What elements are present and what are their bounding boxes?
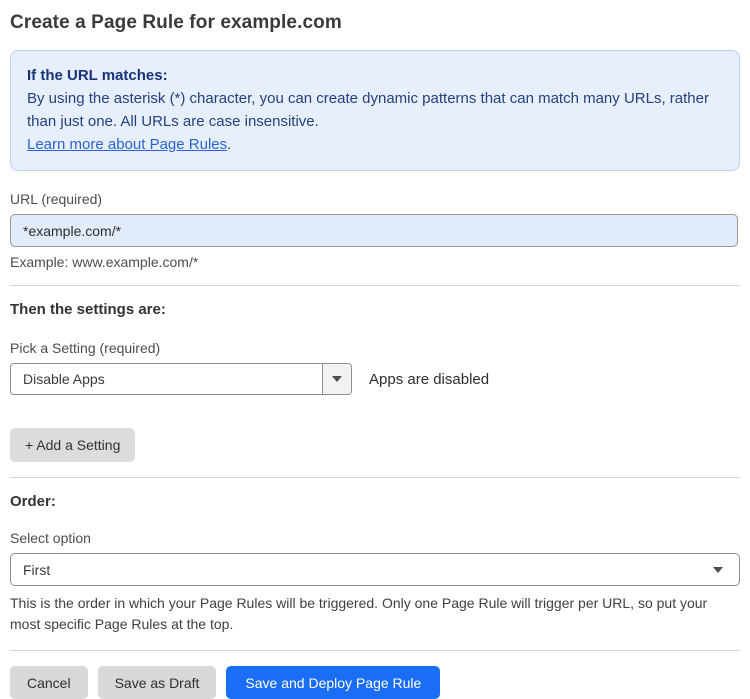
- setting-dropdown-arrow-button[interactable]: [322, 364, 351, 394]
- section-divider: [10, 477, 740, 478]
- section-divider: [10, 285, 740, 286]
- order-select-label: Select option: [10, 530, 91, 546]
- order-help-text: This is the order in which your Page Rul…: [10, 595, 708, 632]
- add-setting-button[interactable]: + Add a Setting: [10, 428, 136, 462]
- learn-more-link[interactable]: Learn more about Page Rules: [27, 136, 227, 153]
- chevron-down-icon: [332, 376, 342, 382]
- form-actions: Cancel Save as Draft Save and Deploy Pag…: [10, 666, 740, 699]
- url-field-label: URL (required): [10, 191, 103, 207]
- settings-section-heading: Then the settings are:: [10, 301, 166, 318]
- setting-row: Disable Apps Apps are disabled: [10, 363, 740, 395]
- chevron-down-icon: [713, 566, 723, 573]
- info-box-link-line: Learn more about Page Rules.: [27, 133, 723, 156]
- order-select-value: First: [23, 561, 51, 578]
- url-input[interactable]: [10, 214, 738, 247]
- url-field-example: Example: www.example.com/*: [10, 254, 199, 270]
- order-select[interactable]: First: [10, 553, 740, 586]
- setting-dropdown-value: Disable Apps: [23, 371, 105, 387]
- page-title: Create a Page Rule for example.com: [10, 12, 342, 33]
- cancel-button[interactable]: Cancel: [10, 666, 88, 699]
- setting-picker-label: Pick a Setting (required): [10, 340, 161, 356]
- save-and-deploy-button[interactable]: Save and Deploy Page Rule: [226, 666, 441, 699]
- save-as-draft-button[interactable]: Save as Draft: [97, 666, 217, 699]
- url-match-info-box: If the URL matches: By using the asteris…: [10, 50, 740, 171]
- section-divider: [10, 650, 740, 651]
- info-box-heading: If the URL matches:: [27, 67, 168, 84]
- page-rule-form: Create a Page Rule for example.com If th…: [0, 0, 750, 699]
- setting-status-text: Apps are disabled: [369, 370, 490, 388]
- info-box-body: By using the asterisk (*) character, you…: [27, 90, 709, 130]
- order-section-heading: Order:: [10, 493, 56, 510]
- setting-dropdown[interactable]: Disable Apps: [10, 363, 352, 395]
- link-suffix: .: [227, 136, 232, 153]
